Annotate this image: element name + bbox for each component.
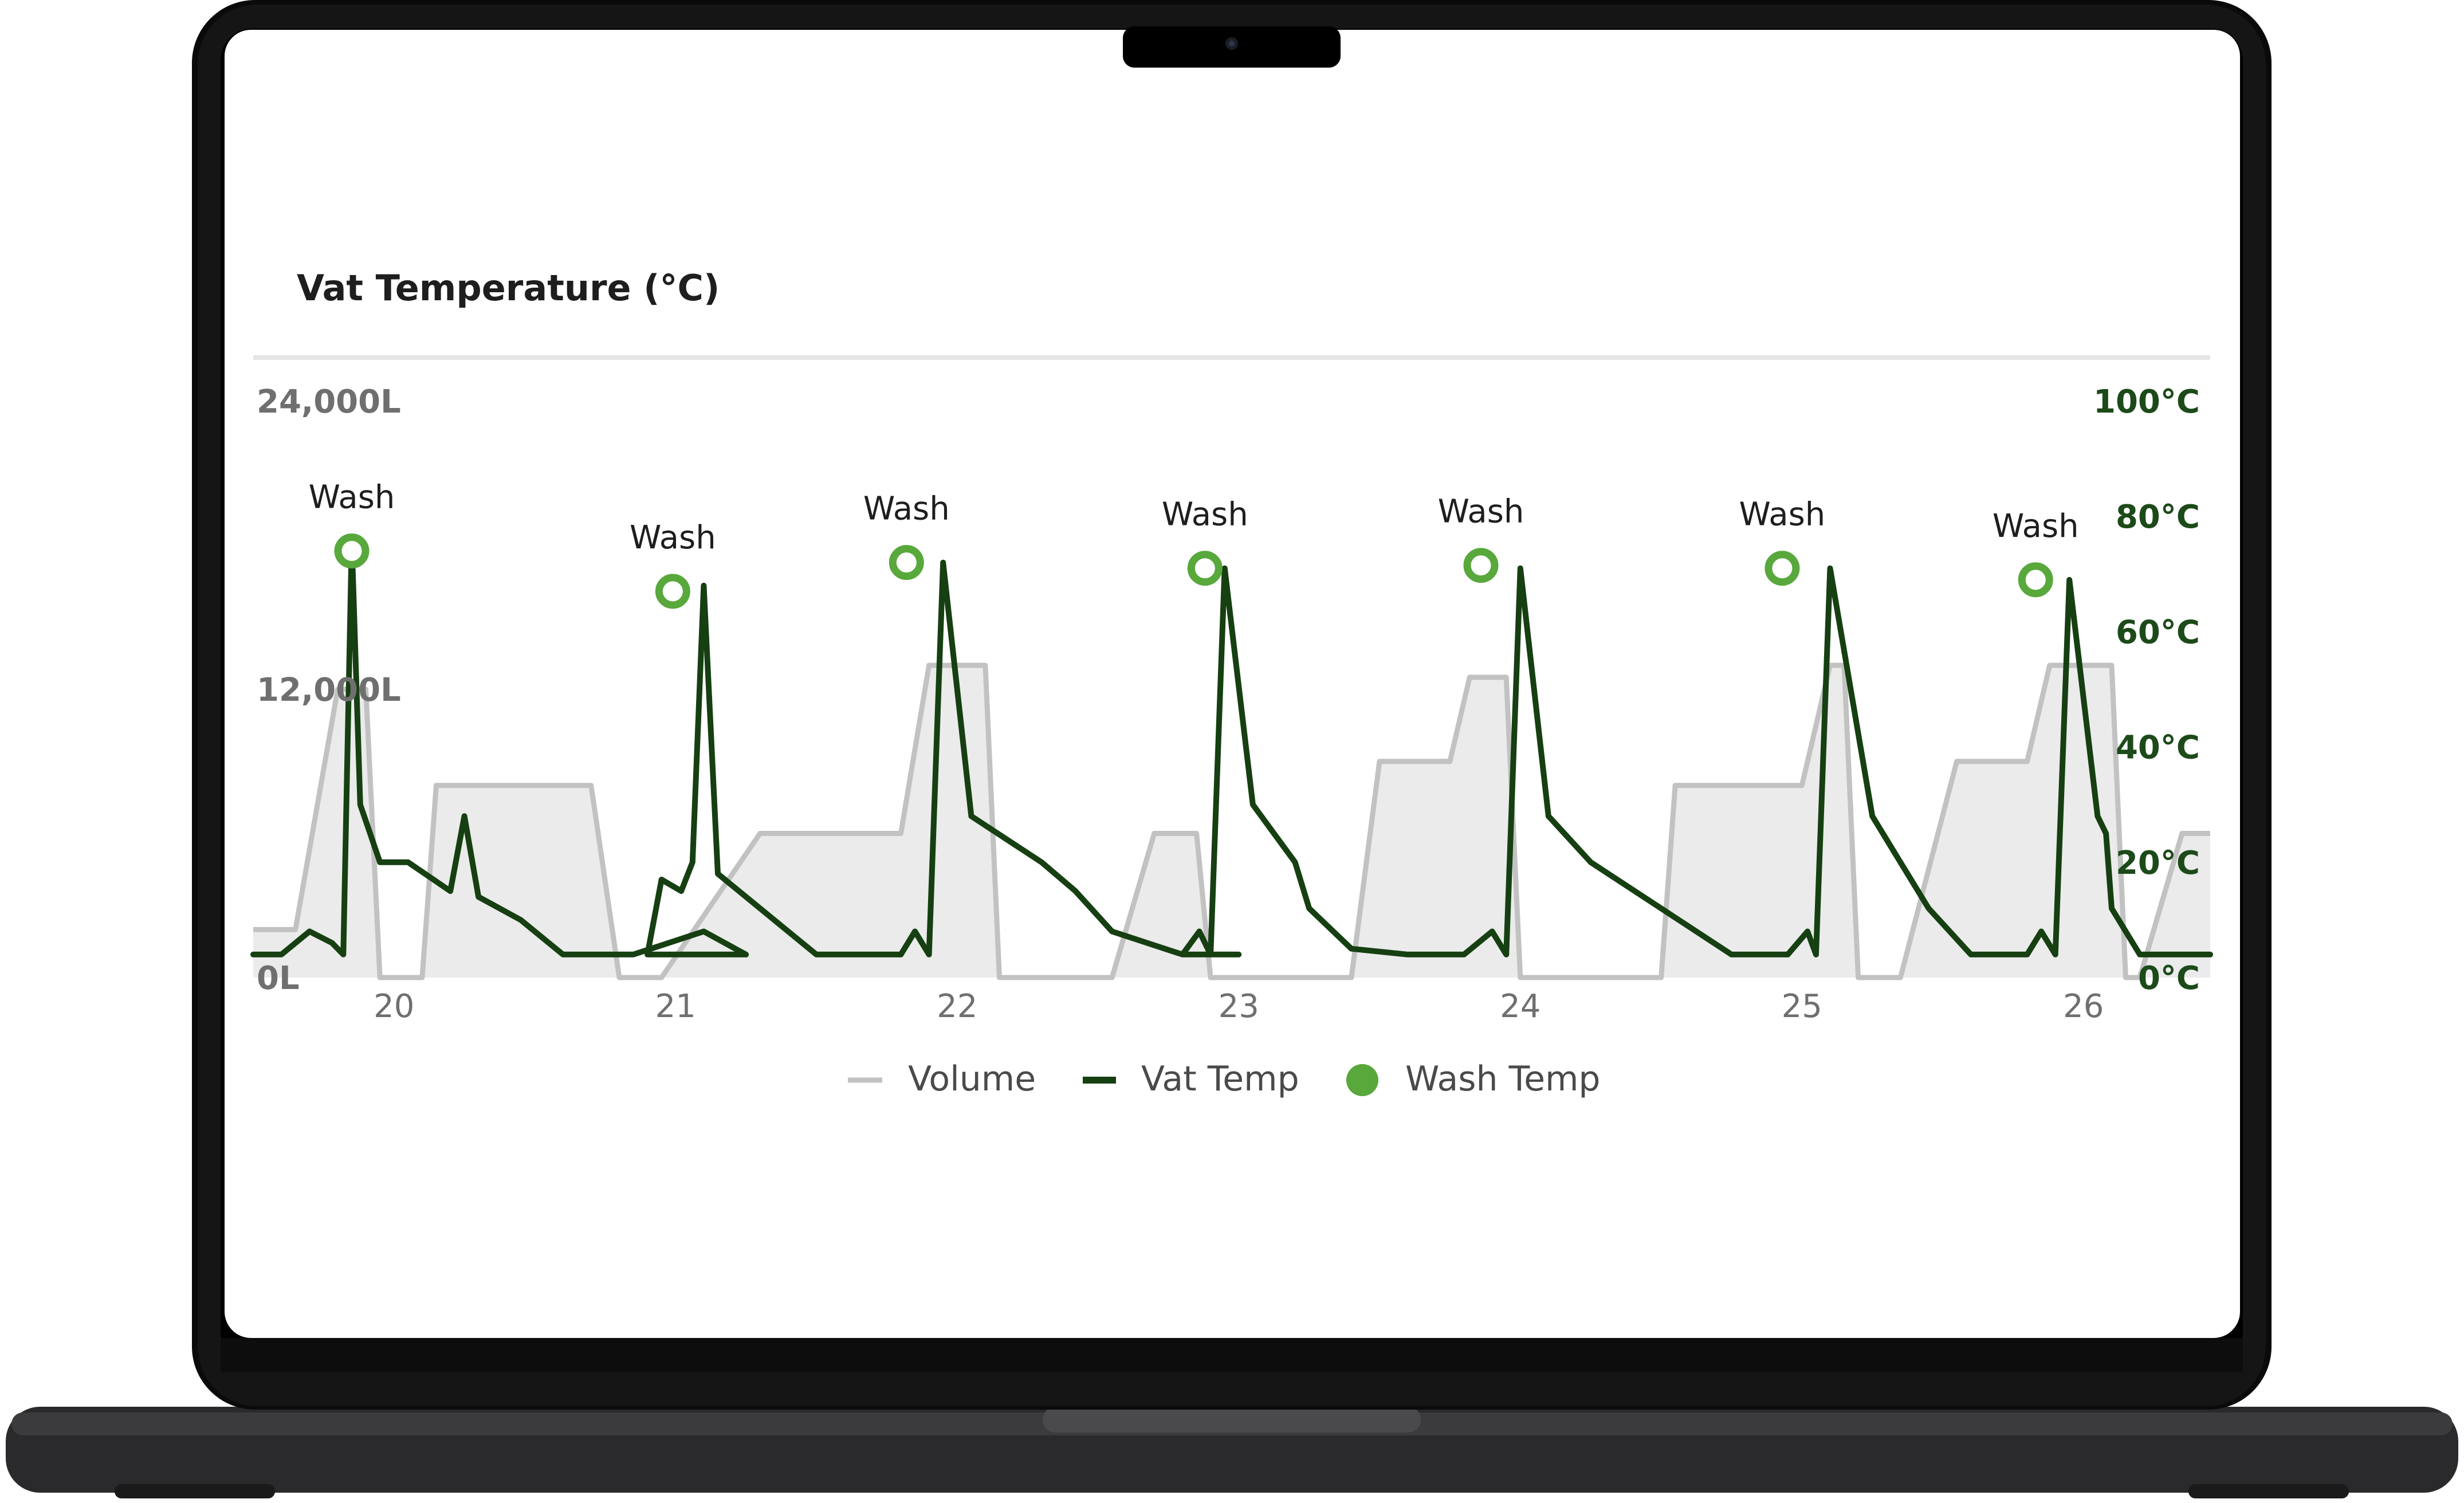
legend-vat-temp-label: Vat Temp <box>1141 1059 1299 1099</box>
right-axis-tick-label: 100°C <box>2093 383 2200 421</box>
laptop-mockup: Vat Temperature (°C) Wash Wash Wash Wash Was… <box>6 0 2458 1498</box>
wash-temp-marker <box>334 533 370 569</box>
legend-wash-temp-label: Wash Temp <box>1405 1059 1601 1099</box>
x-axis-tick-label: 26 <box>2063 988 2104 1025</box>
left-axis-tick-label: 0L <box>257 960 300 997</box>
wash-temp-marker <box>1187 551 1223 586</box>
laptop-lid <box>192 0 2272 1410</box>
chart-legend: Volume Vat Temp Wash Temp <box>848 1059 1601 1099</box>
right-axis-tick-label: 40°C <box>2116 729 2200 767</box>
wash-temp-marker <box>655 574 690 609</box>
right-axis-tick-label: 80°C <box>2116 499 2200 536</box>
wash-annotation: Wash <box>1739 496 1826 533</box>
wash-temp-marker <box>1765 551 1800 586</box>
wash-annotation: Wash <box>309 479 395 516</box>
right-axis-tick-label: 0°C <box>2138 960 2200 997</box>
chart-title: Vat Temperature (°C) <box>297 267 720 309</box>
right-axis-tick-label: 20°C <box>2116 845 2200 882</box>
x-axis-tick-label: 22 <box>937 988 977 1025</box>
x-axis-tick-label: 25 <box>1782 988 1822 1025</box>
wash-temp-marker <box>889 545 924 580</box>
left-axis-tick-label: 12,000L <box>257 672 401 709</box>
laptop-base <box>6 1407 2458 1498</box>
wash-annotation: Wash <box>630 519 716 556</box>
legend-volume-label: Volume <box>908 1059 1036 1099</box>
screen <box>225 30 2240 1338</box>
wash-annotation: Wash <box>1162 496 1248 533</box>
x-axis-tick-label: 21 <box>655 988 696 1025</box>
wash-temp-marker <box>1463 548 1499 583</box>
wash-annotation: Wash <box>1993 508 2079 545</box>
wash-annotation: Wash <box>863 490 950 528</box>
x-axis-tick-label: 20 <box>374 988 414 1025</box>
right-axis-tick-label: 60°C <box>2116 614 2200 651</box>
x-axis-tick-label: 24 <box>1500 988 1541 1025</box>
wash-temp-marker <box>2018 562 2053 598</box>
left-axis-tick-label: 24,000L <box>257 383 401 421</box>
legend-wash-temp-swatch <box>1346 1064 1378 1096</box>
x-axis-tick-label: 23 <box>1219 988 1259 1025</box>
wash-annotation: Wash <box>1438 493 1524 531</box>
